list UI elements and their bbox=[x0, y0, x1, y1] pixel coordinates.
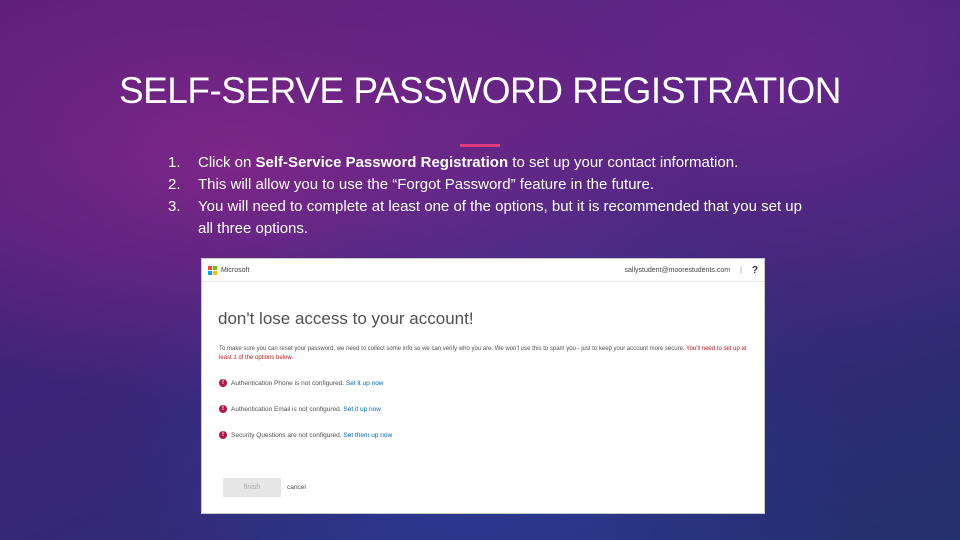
logo-square-yellow bbox=[213, 270, 217, 275]
step-item: 1. Click on Self-Service Password Regist… bbox=[168, 152, 808, 174]
step-text: This will allow you to use the “Forgot P… bbox=[198, 176, 655, 193]
logo-square-blue bbox=[208, 270, 212, 275]
step-item: 3. You will need to complete at least on… bbox=[168, 196, 808, 240]
option-security-questions: ! Security Questions are not configured.… bbox=[219, 431, 764, 439]
logo-square-green bbox=[213, 265, 217, 270]
registration-screenshot: Microsoft sallystudent@moorestudents.com… bbox=[201, 258, 765, 514]
step-number: 2. bbox=[168, 176, 181, 193]
step-number: 3. bbox=[168, 198, 181, 215]
step-item: 2. This will allow you to use the “Forgo… bbox=[168, 174, 808, 196]
step-number: 1. bbox=[168, 154, 181, 171]
finish-button[interactable]: finish bbox=[223, 478, 281, 497]
screenshot-footer: finish cancel bbox=[223, 478, 306, 497]
logo-square-red bbox=[208, 265, 212, 270]
microsoft-logo-icon bbox=[208, 265, 217, 275]
step-text-bold: Self-Service Password Registration bbox=[255, 154, 509, 171]
setup-link[interactable]: Set it up now bbox=[346, 380, 384, 387]
accent-line bbox=[460, 144, 500, 147]
option-status: Security Questions are not configured. bbox=[231, 431, 342, 439]
cancel-link[interactable]: cancel bbox=[287, 484, 306, 491]
help-icon[interactable]: ? bbox=[752, 265, 758, 276]
option-phone: ! Authentication Phone is not configured… bbox=[219, 379, 764, 387]
intro-text: To make sure you can reset your password… bbox=[219, 346, 685, 352]
screenshot-intro: To make sure you can reset your password… bbox=[219, 345, 759, 363]
steps-list: 1. Click on Self-Service Password Regist… bbox=[168, 152, 808, 240]
screenshot-header: Microsoft sallystudent@moorestudents.com… bbox=[202, 259, 764, 282]
option-email: ! Authentication Email is not configured… bbox=[219, 405, 764, 413]
setup-link[interactable]: Set them up now bbox=[343, 432, 392, 439]
warning-icon: ! bbox=[219, 379, 227, 387]
step-text-pre: Click on bbox=[198, 154, 256, 171]
header-divider: | bbox=[740, 266, 742, 274]
step-text: Click on Self-Service Password Registrat… bbox=[198, 152, 808, 174]
option-status: Authentication Email is not configured. bbox=[231, 405, 342, 413]
setup-link[interactable]: Set it up now bbox=[343, 406, 381, 413]
option-status: Authentication Phone is not configured. bbox=[231, 379, 345, 387]
brand-name: Microsoft bbox=[221, 266, 250, 274]
screenshot-heading: don't lose access to your account! bbox=[218, 309, 474, 328]
step-text-post: to set up your contact information. bbox=[508, 154, 739, 171]
account-email[interactable]: sallystudent@moorestudents.com bbox=[625, 267, 731, 274]
slide-title: SELF-SERVE PASSWORD REGISTRATION bbox=[118, 70, 842, 111]
warning-icon: ! bbox=[219, 431, 227, 439]
step-text: You will need to complete at least one o… bbox=[198, 198, 802, 237]
warning-icon: ! bbox=[219, 405, 227, 413]
